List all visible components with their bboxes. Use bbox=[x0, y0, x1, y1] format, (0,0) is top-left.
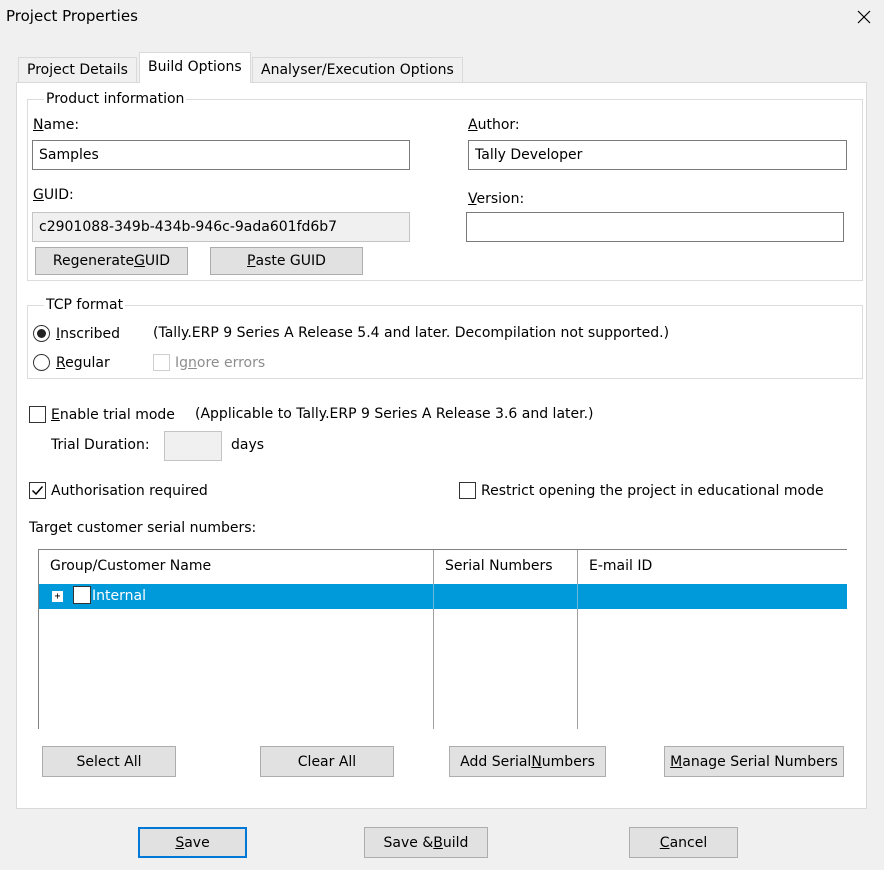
days-label: days bbox=[231, 437, 265, 453]
trial-duration-input[interactable] bbox=[164, 431, 222, 461]
ignore-errors-check[interactable] bbox=[153, 354, 170, 371]
name-label: Name: bbox=[33, 117, 80, 133]
table-row[interactable]: + Internal bbox=[39, 584, 847, 609]
column-divider bbox=[577, 584, 578, 609]
version-input[interactable] bbox=[466, 212, 844, 242]
tab-analyser-execution-options[interactable]: Analyser/Execution Options bbox=[252, 57, 463, 83]
guid-input[interactable] bbox=[32, 212, 410, 242]
authorisation-required-checkbox[interactable]: Authorisation required bbox=[29, 482, 208, 499]
enable-trial-mode-check[interactable] bbox=[29, 406, 46, 423]
guid-label: GUID: bbox=[33, 187, 74, 203]
inscribed-note: (Tally.ERP 9 Series A Release 5.4 and la… bbox=[153, 325, 670, 341]
column-divider bbox=[433, 584, 434, 609]
expand-plus-icon[interactable]: + bbox=[52, 591, 63, 602]
serial-numbers-grid[interactable]: Group/Customer Name Serial Numbers E-mai… bbox=[38, 549, 847, 729]
inscribed-radio-button[interactable] bbox=[33, 325, 50, 342]
regular-label: Regular bbox=[56, 354, 110, 371]
target-customer-serial-numbers-label: Target customer serial numbers: bbox=[29, 520, 257, 536]
close-button[interactable] bbox=[848, 2, 880, 32]
row-checkbox[interactable] bbox=[73, 586, 91, 604]
tab-build-options[interactable]: Build Options bbox=[139, 52, 251, 83]
window-title: Project Properties bbox=[6, 7, 138, 25]
author-input[interactable] bbox=[468, 140, 847, 170]
product-information-legend: Product information bbox=[46, 91, 185, 107]
column-divider bbox=[577, 550, 578, 729]
save-button[interactable]: Save bbox=[138, 827, 247, 858]
add-serial-numbers-button[interactable]: Add Serial Numbers bbox=[449, 746, 606, 777]
tcp-format-legend: TCP format bbox=[46, 297, 124, 313]
authorisation-required-label: Authorisation required bbox=[51, 482, 208, 499]
column-header-email-id[interactable]: E-mail ID bbox=[578, 550, 652, 582]
column-divider bbox=[433, 550, 434, 729]
column-header-group-customer-name[interactable]: Group/Customer Name bbox=[39, 550, 211, 582]
inscribed-label: Inscribed bbox=[56, 325, 121, 342]
cancel-button[interactable]: Cancel bbox=[629, 827, 738, 858]
enable-trial-mode-checkbox[interactable]: Enable trial mode bbox=[29, 406, 175, 423]
manage-serial-numbers-button[interactable]: Manage Serial Numbers bbox=[664, 746, 844, 777]
save-and-build-button[interactable]: Save & Build bbox=[364, 827, 488, 858]
inscribed-radio[interactable]: Inscribed bbox=[33, 325, 120, 342]
ignore-errors-checkbox[interactable]: Ignore errors bbox=[153, 354, 265, 371]
trial-duration-label: Trial Duration: bbox=[51, 437, 150, 453]
trial-mode-note: (Applicable to Tally.ERP 9 Series A Rele… bbox=[195, 406, 594, 422]
radio-selected-dot bbox=[37, 329, 46, 338]
close-icon bbox=[857, 10, 871, 24]
regular-radio-button[interactable] bbox=[33, 354, 50, 371]
regenerate-guid-button[interactable]: Regenerate G UID bbox=[35, 247, 188, 275]
enable-trial-mode-label: Enable trial mode bbox=[51, 406, 175, 423]
version-label: Version: bbox=[468, 191, 525, 207]
row-name-internal: Internal bbox=[92, 588, 146, 604]
paste-guid-button[interactable]: Paste GUID bbox=[210, 247, 363, 275]
restrict-educational-mode-label: Restrict opening the project in educatio… bbox=[481, 482, 824, 499]
author-label: Author: bbox=[468, 117, 520, 133]
clear-all-button[interactable]: Clear All bbox=[260, 746, 394, 777]
authorisation-required-check[interactable] bbox=[29, 482, 46, 499]
regular-radio[interactable]: Regular bbox=[33, 354, 110, 371]
ignore-errors-label: Ignore errors bbox=[175, 354, 266, 371]
restrict-educational-mode-checkbox[interactable]: Restrict opening the project in educatio… bbox=[459, 482, 824, 499]
checkmark-icon bbox=[31, 486, 44, 496]
column-header-serial-numbers[interactable]: Serial Numbers bbox=[434, 550, 553, 582]
name-input[interactable] bbox=[32, 140, 410, 170]
restrict-educational-mode-check[interactable] bbox=[459, 482, 476, 499]
tab-project-details[interactable]: Project Details bbox=[18, 57, 137, 83]
select-all-button[interactable]: Select All bbox=[42, 746, 176, 777]
